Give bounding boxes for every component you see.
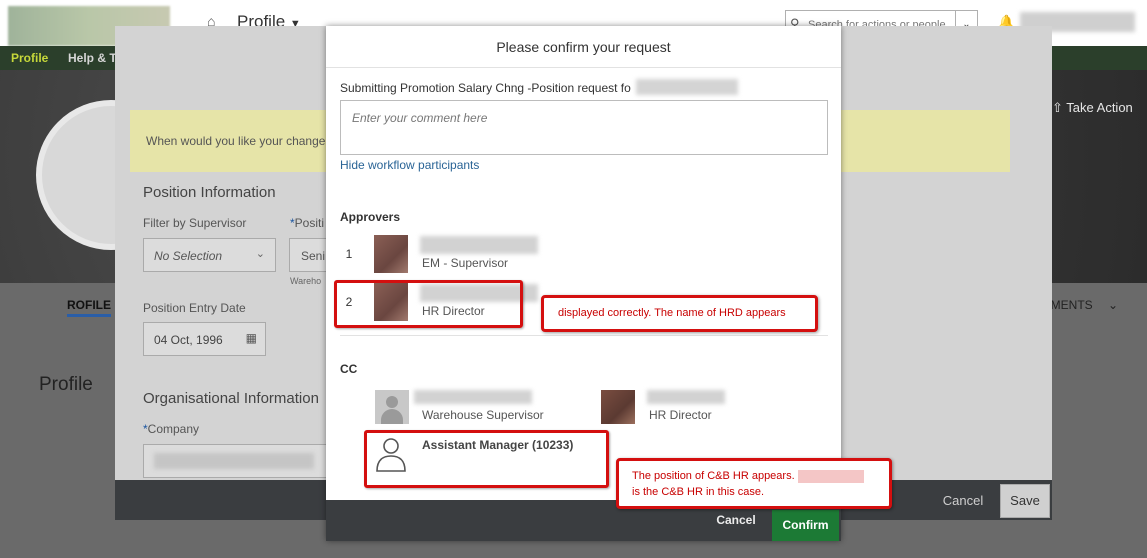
banner-text: When would you like your change	[146, 134, 326, 148]
tab-documents[interactable]: UMENTS ⌄	[1042, 298, 1118, 312]
position-label: *Positi	[290, 216, 324, 230]
company-label: *Company	[143, 422, 199, 436]
tab-profile[interactable]: ROFILE	[67, 298, 111, 317]
annotation-note-2-line-1: The position of C&B HR appears.	[632, 470, 795, 482]
profile-heading: Profile	[39, 374, 93, 395]
position-info-heading: Position Information	[143, 184, 276, 201]
approver-role: EM - Supervisor	[422, 256, 509, 270]
cc-name-redacted	[647, 390, 725, 404]
org-info-heading: Organisational Information	[143, 390, 319, 407]
company-label-text: Company	[147, 422, 200, 436]
chevron-down-icon: ⌄	[255, 248, 265, 260]
employee-name-redacted	[636, 79, 738, 95]
annotation-note-2-line-2: is the C&B HR in this case.	[632, 486, 765, 498]
approvers-heading: Approvers	[340, 210, 401, 224]
cc-name-redacted	[414, 390, 532, 404]
dialog-confirm-button[interactable]: Confirm	[772, 510, 839, 541]
cc-photo	[601, 390, 635, 424]
form-save-button[interactable]: Save	[1000, 484, 1050, 518]
cc-role: HR Director	[649, 408, 712, 422]
cc-role: Warehouse Supervisor	[422, 408, 544, 422]
cc-avatar-placeholder	[375, 390, 409, 424]
highlight-assistant-manager	[364, 430, 609, 488]
form-cancel-button[interactable]: Cancel	[930, 484, 996, 518]
highlight-approver-2	[334, 280, 523, 328]
take-action-label: Take Action	[1066, 100, 1133, 115]
chevron-down-icon: ⌄	[1108, 298, 1119, 312]
hide-workflow-participants-link[interactable]: Hide workflow participants	[340, 158, 479, 172]
cc-heading: CC	[340, 362, 358, 376]
position-value: Seni	[301, 249, 326, 263]
annotation-name-redacted	[797, 469, 864, 483]
position-select[interactable]: Seni	[289, 238, 329, 272]
annotation-note-2: The position of C&B HR appears. is the C…	[616, 458, 892, 509]
entry-date-label: Position Entry Date	[143, 301, 246, 315]
filter-supervisor-value: No Selection	[154, 249, 223, 263]
position-sub-text: Wareho	[290, 276, 322, 286]
dialog-title: Please confirm your request	[326, 26, 841, 68]
filter-supervisor-select[interactable]: No Selection ⌄	[143, 238, 276, 272]
approver-name-redacted	[420, 236, 538, 254]
take-action-icon: ⇧	[1052, 100, 1063, 115]
comment-input[interactable]	[340, 100, 828, 155]
take-action-button[interactable]: ⇧ Take Action	[1052, 100, 1133, 116]
company-value-redacted	[154, 453, 314, 469]
position-label-text: Positi	[294, 216, 325, 230]
approver-number: 1	[345, 247, 353, 261]
section-divider	[340, 335, 828, 336]
entry-date-value: 04 Oct, 1996	[154, 333, 223, 347]
filter-supervisor-label: Filter by Supervisor	[143, 216, 247, 230]
entry-date-field[interactable]: 04 Oct, 1996 ▦	[143, 322, 266, 356]
approver-row: 1 EM - Supervisor	[340, 235, 820, 275]
calendar-icon[interactable]: ▦	[246, 331, 257, 345]
company-field[interactable]	[143, 444, 328, 478]
approver-photo	[374, 235, 408, 273]
annotation-note-1: displayed correctly. The name of HRD app…	[541, 295, 818, 332]
module-profile[interactable]: Profile	[11, 51, 48, 65]
dialog-intro-text: Submitting Promotion Salary Chng -Positi…	[340, 81, 631, 95]
